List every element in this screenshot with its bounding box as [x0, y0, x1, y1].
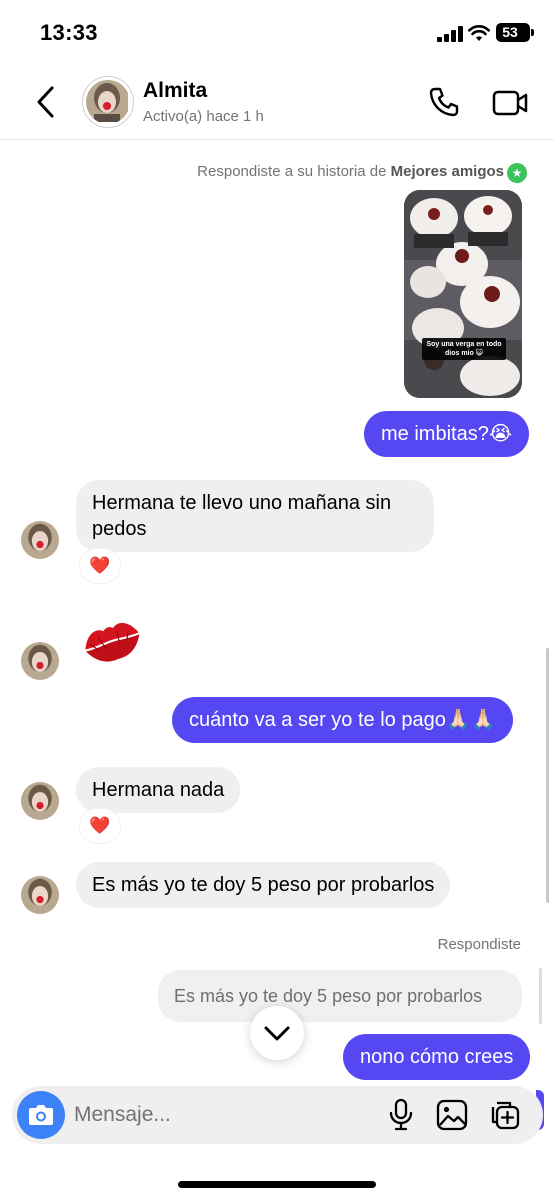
status-time: 13:33	[40, 20, 98, 45]
battery-icon: 53	[496, 23, 530, 42]
wifi-icon	[468, 24, 490, 41]
message-text: nono cómo crees	[360, 1046, 514, 1068]
battery-level: 53	[502, 24, 518, 40]
video-call-button[interactable]	[491, 86, 529, 120]
kiss-lips-sticker[interactable]	[80, 615, 144, 667]
battery-cap	[531, 29, 534, 36]
camera-button[interactable]	[17, 1091, 65, 1139]
audio-call-button[interactable]	[426, 84, 462, 120]
sticker-button[interactable]	[488, 1098, 522, 1132]
story-reply-note: Respondiste a su historia de Mejores ami…	[197, 163, 504, 180]
gallery-button[interactable]	[436, 1099, 468, 1131]
heart-icon: ❤️	[89, 816, 111, 835]
scrollbar[interactable]	[546, 648, 549, 903]
story-note-prefix: Respondiste a su historia de	[197, 163, 387, 180]
story-caption: Soy una verga en todo dios mío 😺	[422, 338, 506, 360]
contact-activity-status: Activo(a) hace 1 h	[143, 108, 264, 125]
kiss-lips-icon	[85, 622, 140, 662]
heart-icon: ❤️	[89, 556, 111, 575]
outgoing-message-bubble[interactable]: cuánto va a ser yo te lo pago🙏🏻🙏🏻	[172, 697, 513, 743]
incoming-message-bubble[interactable]: Hermana te llevo uno mañana sin pedos	[76, 480, 434, 552]
message-text-line-2: pedos	[92, 518, 147, 540]
back-button[interactable]	[28, 82, 64, 122]
reply-indicator-line	[539, 968, 542, 1024]
message-text-line-1: Hermana te llevo uno mañana sin	[92, 492, 392, 514]
cupcakes-photo	[404, 190, 522, 398]
heart-reaction[interactable]: ❤️	[80, 549, 120, 583]
story-thumbnail[interactable]: Soy una verga en todo dios mío 😺	[404, 190, 522, 398]
incoming-message-bubble[interactable]: Hermana nada	[76, 767, 241, 813]
sender-avatar[interactable]	[21, 876, 59, 914]
phone-icon	[429, 87, 459, 117]
chevron-down-icon	[264, 1026, 290, 1041]
contact-avatar[interactable]	[82, 76, 134, 128]
voice-message-button[interactable]	[387, 1098, 415, 1132]
sticker-icon	[491, 1101, 520, 1130]
status-bar: 13:33 53	[0, 0, 554, 64]
replied-label: Respondiste	[437, 936, 521, 953]
chevron-left-icon	[37, 86, 54, 118]
message-composer	[12, 1086, 543, 1144]
microphone-icon	[389, 1098, 413, 1131]
message-text: Hermana nada	[92, 779, 225, 801]
image-icon	[436, 1099, 468, 1131]
contact-name[interactable]: Almita	[143, 79, 207, 103]
heart-reaction[interactable]: ❤️	[80, 809, 120, 843]
sender-avatar[interactable]	[21, 642, 59, 680]
outgoing-message-bubble[interactable]: me imbitas?😭	[364, 411, 530, 457]
scroll-to-bottom-button[interactable]	[250, 1006, 304, 1060]
home-indicator[interactable]	[178, 1181, 376, 1188]
incoming-message-bubble[interactable]: Es más yo te doy 5 peso por probarlos	[76, 862, 451, 908]
message-input[interactable]	[74, 1096, 374, 1134]
quoted-message[interactable]: Es más yo te doy 5 peso por probarlos	[158, 970, 522, 1022]
camera-icon	[29, 1105, 53, 1125]
outgoing-message-bubble[interactable]: nono cómo crees	[343, 1034, 531, 1080]
star-icon: ★	[507, 163, 527, 183]
avatar-photo	[86, 80, 130, 124]
message-text: Es más yo te doy 5 peso por probarlos	[92, 874, 435, 896]
video-camera-icon	[492, 90, 528, 116]
message-text: me imbitas?😭	[381, 423, 513, 445]
chat-header: Almita Activo(a) hace 1 h	[0, 64, 554, 140]
cellular-signal-icon	[437, 26, 465, 42]
sender-avatar[interactable]	[21, 521, 59, 559]
sender-avatar[interactable]	[21, 782, 59, 820]
story-note-highlight: Mejores amigos	[390, 163, 504, 180]
message-text: cuánto va a ser yo te lo pago🙏🏻🙏🏻	[189, 709, 496, 731]
